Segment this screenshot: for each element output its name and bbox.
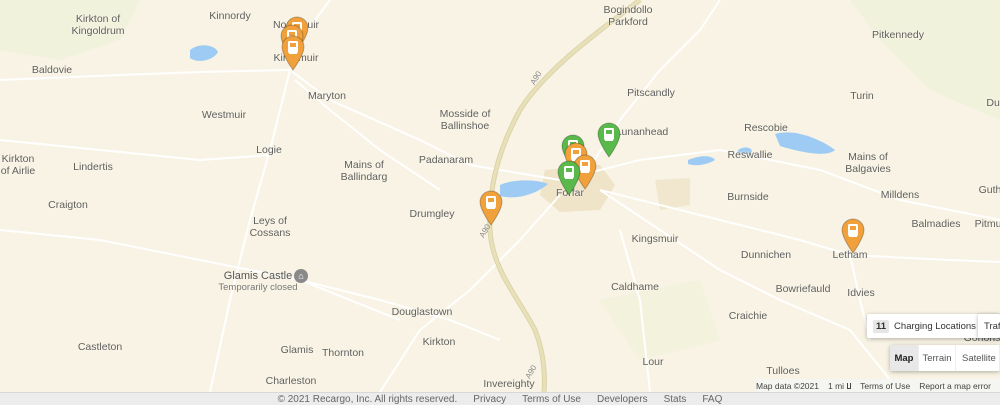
map-type-terrain[interactable]: Terrain xyxy=(919,345,957,371)
report-link[interactable]: Report a map error xyxy=(919,381,991,391)
place-label: Castleton xyxy=(77,341,123,353)
charging-pin-icon xyxy=(841,218,865,254)
map-type-control: Map Terrain Satellite xyxy=(890,345,1000,371)
place-label: Westmuir xyxy=(201,109,247,121)
place-label: Pitmu xyxy=(974,218,1000,230)
place-label: Milldens xyxy=(880,189,920,201)
place-label: Caldhame xyxy=(611,281,659,293)
traffic-button[interactable]: Traffic xyxy=(978,314,1000,338)
charging-pin-icon xyxy=(597,122,621,158)
place-label: Kirkton of Kingoldrum xyxy=(71,13,125,37)
place-label: Burnside xyxy=(727,191,769,203)
place-label: Lour xyxy=(642,356,664,368)
place-label: Bowriefauld xyxy=(775,283,831,295)
place-label: Charleston xyxy=(265,375,317,387)
charging-pin-icon xyxy=(479,190,503,226)
footer-link-privacy[interactable]: Privacy xyxy=(473,394,506,405)
map-type-satellite[interactable]: Satellite xyxy=(956,345,1000,371)
charging-station-marker[interactable] xyxy=(596,122,622,158)
charging-pin-icon xyxy=(281,35,305,71)
place-label: Bogindollo Parkford xyxy=(603,4,653,28)
place-label: Invereighty xyxy=(483,378,535,390)
place-label: Rescobie xyxy=(744,122,788,134)
scale-bar xyxy=(847,382,852,389)
place-label: Kinnordy xyxy=(209,10,251,22)
place-label: Idvies xyxy=(847,287,875,299)
map-data-text: Map data ©2021 xyxy=(756,380,819,391)
place-label: Lindertis xyxy=(73,161,113,173)
place-label: Leys of Cossans xyxy=(249,215,291,239)
footer-link-faq[interactable]: FAQ xyxy=(702,394,722,405)
map-attribution: Map data ©2021 1 mi Terms of Use Report … xyxy=(756,379,1000,392)
place-label: Padanaram xyxy=(418,154,474,166)
footer-link-stats[interactable]: Stats xyxy=(664,394,687,405)
place-label: Logie xyxy=(256,144,282,156)
place-label: Mains of Ballindarg xyxy=(340,159,388,183)
page-footer: © 2021 Recargo, Inc. All rights reserved… xyxy=(0,392,1000,405)
place-label: Maryton xyxy=(308,90,346,102)
place-label: Reswallie xyxy=(727,149,773,161)
poi-name: Glamis Castle xyxy=(223,270,293,282)
poi-glamis-castle[interactable]: Glamis Castle Temporarily closed xyxy=(218,270,297,294)
charging-count-badge: 11 xyxy=(873,319,890,333)
place-label: Kingsmuir xyxy=(631,233,679,245)
charging-pin-icon xyxy=(557,160,581,196)
copyright-text: © 2021 Recargo, Inc. All rights reserved… xyxy=(277,393,458,405)
place-label: Drumgley xyxy=(409,208,455,220)
place-label: Thornton xyxy=(321,347,365,359)
place-label: Guth xyxy=(978,184,1000,196)
traffic-label: Traffic xyxy=(984,320,1000,332)
place-label: Balmadies xyxy=(911,218,961,230)
place-label: Craigton xyxy=(48,199,88,211)
footer-link-terms[interactable]: Terms of Use xyxy=(522,394,581,405)
map-canvas[interactable]: KinnordyKirkton ofKingoldrumNorthmuirKir… xyxy=(0,0,1000,392)
place-label: Pitkennedy xyxy=(872,29,924,41)
place-label: Dun xyxy=(986,97,1000,109)
place-label: Glamis xyxy=(280,344,314,356)
scale-label: 1 mi xyxy=(827,380,845,391)
place-label: Turin xyxy=(850,90,874,102)
place-label: Kirkton xyxy=(422,336,456,348)
place-label: Kirkton of Airlie xyxy=(0,153,36,177)
place-label: Craichie xyxy=(728,310,768,322)
place-label: Douglastown xyxy=(391,306,453,318)
place-label: Mosside of Ballinshoe xyxy=(439,108,491,132)
place-label: Lunanhead xyxy=(615,126,669,138)
charging-station-marker[interactable] xyxy=(556,160,582,196)
charging-station-marker[interactable] xyxy=(280,35,306,71)
footer-link-developers[interactable]: Developers xyxy=(597,394,648,405)
place-label: Pitscandly xyxy=(627,87,675,99)
place-label: Baldovie xyxy=(31,64,73,76)
map-type-map[interactable]: Map xyxy=(890,345,919,371)
terms-link[interactable]: Terms of Use xyxy=(860,381,910,391)
poi-status: Temporarily closed xyxy=(218,282,298,293)
place-label: Dunnichen xyxy=(740,249,792,261)
place-label: Mains of Balgavies xyxy=(845,151,891,175)
place-label: Tulloes xyxy=(766,365,800,377)
charging-station-marker[interactable] xyxy=(840,218,866,254)
charging-locations-label: Charging Locations xyxy=(894,320,976,332)
charging-station-marker[interactable] xyxy=(478,190,504,226)
